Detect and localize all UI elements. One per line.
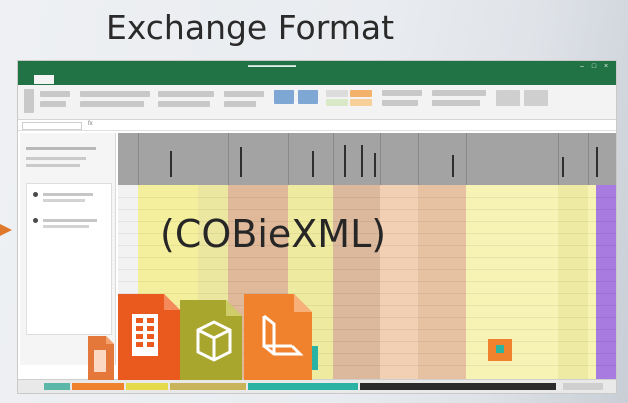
sheet-tabs [18, 379, 616, 393]
format-label: (COBieXML) [160, 212, 387, 256]
slide-title: Exchange Format [105, 8, 395, 47]
column-divider [380, 133, 381, 185]
find-select-button[interactable] [524, 90, 548, 106]
style-neutral[interactable] [350, 99, 372, 106]
filter-marker [452, 155, 454, 177]
tab-formulas[interactable] [88, 75, 108, 84]
task-pane-text [26, 164, 80, 167]
filter-marker [374, 153, 376, 177]
data-column [418, 185, 466, 381]
sheet-tab[interactable] [360, 383, 556, 390]
row-line [118, 269, 616, 270]
fx-icon[interactable]: fx [88, 121, 93, 127]
document-icon [88, 336, 114, 380]
row-line [118, 293, 616, 294]
filter-marker [312, 151, 314, 177]
column-divider [418, 133, 419, 185]
option-label [43, 193, 93, 196]
data-column [466, 185, 558, 381]
formula-bar: fx [18, 120, 616, 131]
format-table-button[interactable] [298, 90, 318, 104]
row-line [118, 209, 616, 210]
option-label [43, 219, 97, 222]
options-panel [26, 183, 112, 335]
filter-marker [562, 157, 564, 177]
row-line [118, 281, 616, 282]
sort-filter-button[interactable] [496, 90, 520, 106]
paste-button[interactable] [24, 89, 34, 113]
filter-marker [361, 145, 363, 177]
column-divider [333, 133, 334, 185]
ribbon-tabs [18, 74, 616, 85]
minimize-button[interactable]: – [578, 63, 586, 71]
number-group[interactable] [224, 101, 256, 107]
spreadsheet-icon [118, 294, 180, 380]
editing-group[interactable] [432, 90, 486, 96]
row-line [118, 197, 616, 198]
column-header-row [118, 133, 616, 185]
filter-marker [596, 147, 598, 177]
column-divider [558, 133, 559, 185]
clipboard-group [40, 101, 66, 107]
style-good[interactable] [326, 99, 348, 106]
alignment-group[interactable] [158, 101, 210, 107]
zoom-slider[interactable] [563, 383, 603, 390]
filter-marker [170, 151, 172, 177]
conditional-format-button[interactable] [274, 90, 294, 104]
sheet-tab[interactable] [126, 383, 168, 390]
clipboard-group [40, 91, 70, 97]
tab-view[interactable] [136, 75, 152, 84]
font-group[interactable] [80, 101, 144, 107]
column-divider [288, 133, 289, 185]
column-divider [228, 133, 229, 185]
font-group[interactable] [80, 91, 150, 97]
column-divider [138, 133, 139, 185]
task-pane-text [26, 157, 86, 160]
chair-model-icon [244, 294, 312, 380]
radio-option-2[interactable] [33, 218, 38, 223]
window-title: ▬▬▬▬▬▬▬▬ [248, 63, 296, 69]
maximize-button[interactable]: □ [590, 63, 598, 71]
number-group[interactable] [224, 91, 264, 97]
highlight-cell-inner [496, 345, 504, 353]
sheet-tab[interactable] [248, 383, 358, 390]
tab-page-layout[interactable] [68, 75, 90, 84]
editing-group[interactable] [432, 100, 480, 106]
row-line [118, 257, 616, 258]
column-divider [588, 133, 589, 185]
filter-marker [240, 147, 242, 177]
data-column [588, 185, 596, 381]
alignment-group[interactable] [158, 91, 214, 97]
cells-group[interactable] [382, 100, 418, 106]
option-label [43, 199, 85, 202]
name-box[interactable] [22, 122, 82, 130]
option-label [43, 225, 89, 228]
data-column-purple [596, 185, 616, 381]
data-column [558, 185, 588, 381]
column-divider [466, 133, 467, 185]
task-pane [20, 133, 116, 365]
sheet-tab[interactable] [72, 383, 124, 390]
radio-option-1[interactable] [33, 192, 38, 197]
teal-bar [312, 346, 318, 370]
style-normal[interactable] [326, 90, 348, 97]
box-model-icon [180, 300, 242, 380]
filter-marker [344, 145, 346, 177]
tab-home[interactable] [34, 75, 54, 84]
cells-group[interactable] [382, 90, 422, 96]
close-button[interactable]: × [602, 63, 610, 71]
task-pane-heading [26, 147, 96, 150]
title-bar: ▬▬▬▬▬▬▬▬ – □ × [18, 61, 616, 74]
style-bad[interactable] [350, 90, 372, 97]
sheet-tab[interactable] [44, 383, 70, 390]
ribbon [18, 85, 616, 120]
sheet-tab[interactable] [170, 383, 246, 390]
arrow-icon [0, 224, 12, 236]
